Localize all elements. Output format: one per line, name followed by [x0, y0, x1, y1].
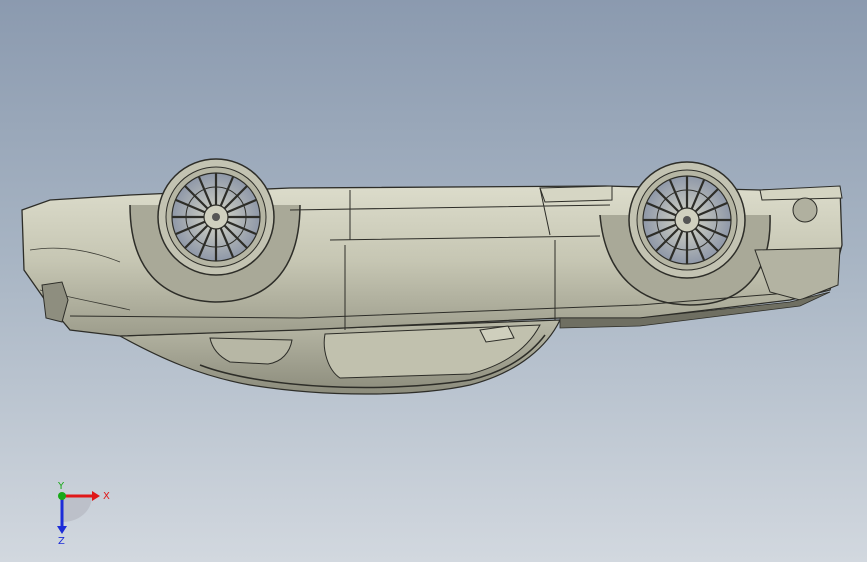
x-axis-arrow-icon [92, 491, 100, 501]
triad-plane-shading [62, 496, 92, 522]
trunk-block [539, 185, 613, 203]
car-model[interactable] [0, 0, 867, 562]
z-axis-label: Z [58, 536, 65, 547]
coordinate-triad: X Y Z [57, 481, 110, 547]
y-axis-dot-icon [58, 492, 66, 500]
exhaust-tip [792, 197, 818, 223]
z-axis-arrow-icon [57, 526, 67, 534]
rear-spoiler [759, 185, 843, 201]
rear-wheel [628, 161, 746, 279]
x-axis-label: X [103, 491, 110, 502]
graphics-viewport[interactable]: X Y Z [0, 0, 867, 562]
front-wheel [157, 158, 275, 276]
headlight [41, 281, 69, 323]
y-axis-label: Y [57, 481, 65, 492]
